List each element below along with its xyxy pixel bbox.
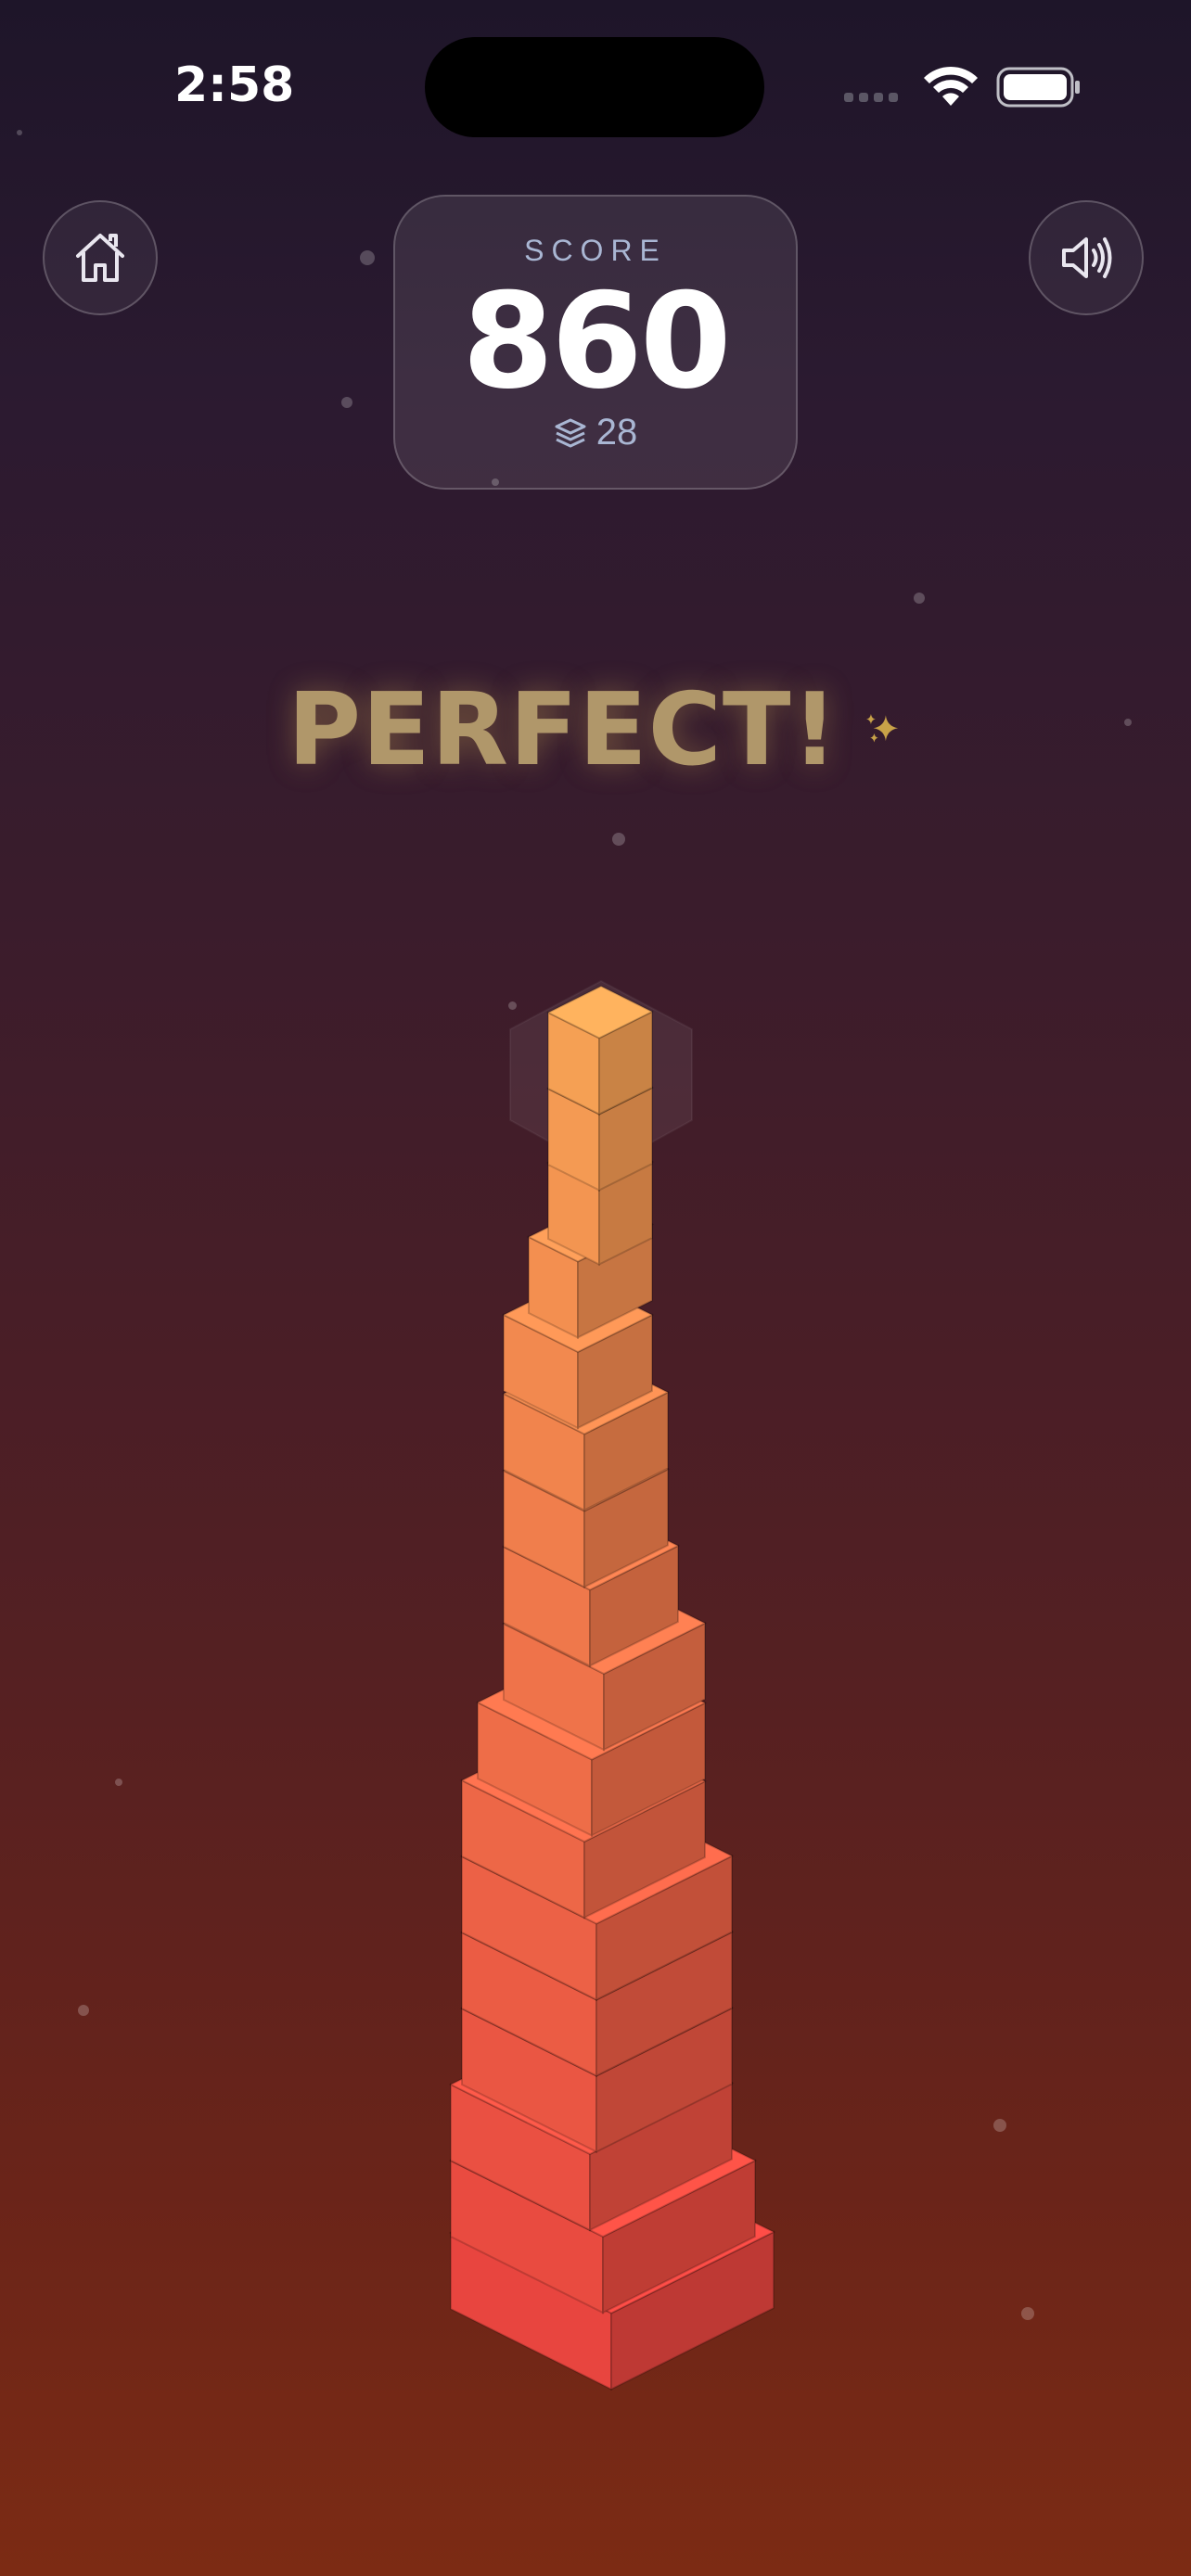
block-tower [448,979,776,2391]
